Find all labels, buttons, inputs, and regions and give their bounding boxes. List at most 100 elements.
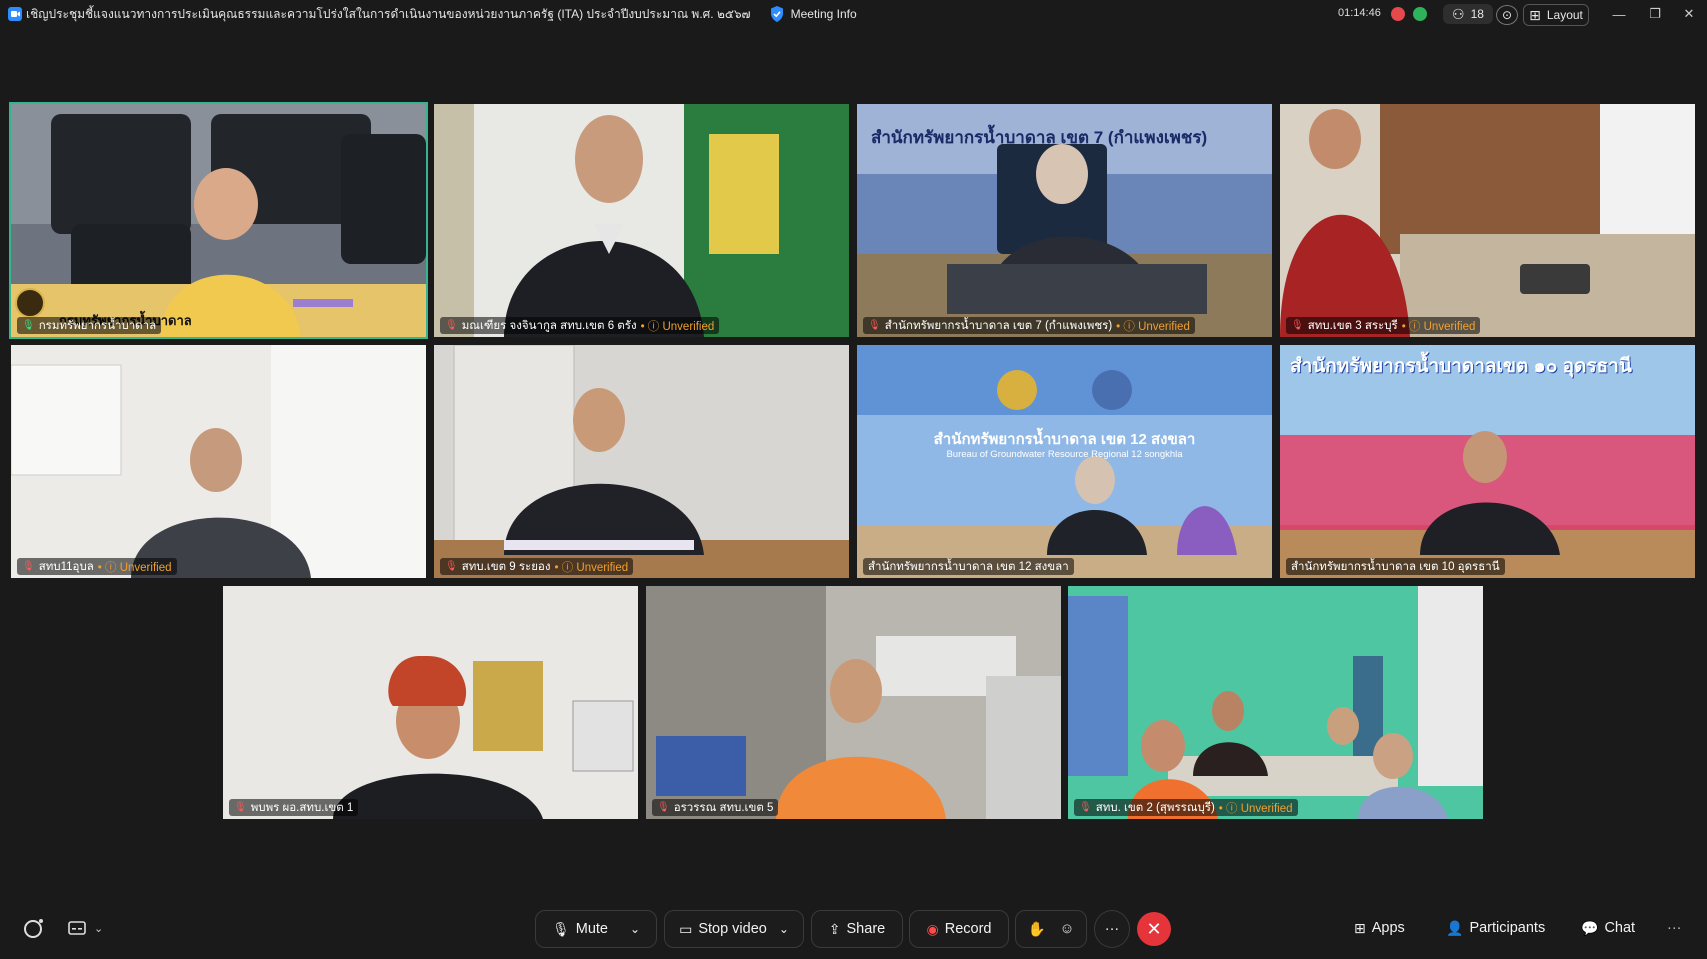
unverified-badge: • ⓘ Unverified <box>1218 802 1293 815</box>
participant-name: พบพร ผอ.สทบ.เขต 1 <box>250 801 354 814</box>
video-tile[interactable]: กรมทรัพยากรน้ำบาดาล 🎙 กรมทรัพยากรน้ำบาดา… <box>9 102 428 339</box>
mic-muted-icon: 🎙 <box>1079 802 1092 813</box>
participant-video <box>434 104 849 337</box>
participant-video <box>11 104 426 337</box>
layout-button[interactable]: ⊞ Layout <box>1523 4 1589 26</box>
participant-name: สำนักทรัพยากรน้ำบาดาล เขต 7 (กำแพงเพชร) <box>884 319 1113 332</box>
video-tile[interactable]: 🎙 มณเฑียร จงจินากูล สทบ.เขต 6 ตรัง • ⓘ U… <box>434 104 849 337</box>
video-tile[interactable]: 🎙 สทบ. เขต 2 (สุพรรณบุรี) • ⓘ Unverified <box>1068 586 1483 819</box>
participant-video <box>223 586 638 819</box>
unverified-badge: • ⓘ Unverified <box>640 320 715 333</box>
unverified-badge: • ⓘ Unverified <box>97 561 172 574</box>
video-tile[interactable]: สำนักทรัพยากรน้ำบาดาลเขต ๑๐ อุดรธานี สำน… <box>1280 345 1695 578</box>
video-tile[interactable]: 🎙 สทบ11อุบล • ⓘ Unverified <box>11 345 426 578</box>
participant-video <box>11 345 426 578</box>
apps-button[interactable]: ⊞ Apps <box>1354 910 1405 946</box>
unverified-badge: • ⓘ Unverified <box>1116 320 1190 333</box>
tile-banner-en: Bureau of Groundwater Resource Regional … <box>946 449 1183 460</box>
unverified-badge: • ⓘ Unverified <box>554 561 629 574</box>
tile-banner: สำนักทรัพยากรน้ำบาดาลเขต ๑๐ อุดรธานี <box>1290 356 1632 377</box>
share-screen-icon: ⇪ <box>828 920 841 937</box>
mute-button[interactable]: 🎙 Mute ⌄ <box>535 910 657 948</box>
mic-muted-icon: 🎙 <box>445 561 458 572</box>
stop-video-button[interactable]: ▭ Stop video ⌄ <box>664 910 804 948</box>
video-tile[interactable]: สำนักทรัพยากรน้ำบาดาล เขต 12 สงขลา Burea… <box>857 345 1272 578</box>
recording-indicator-icon[interactable] <box>1391 7 1405 21</box>
emoji-reaction-icon[interactable]: ☺ <box>1060 921 1075 937</box>
layout-label: Layout <box>1546 8 1583 22</box>
participant-video <box>646 586 1061 819</box>
encryption-indicator-icon[interactable] <box>1413 7 1427 21</box>
participant-name: สทบ.เขต 3 สระบุรี <box>1307 319 1398 332</box>
mic-muted-icon: 🎙 <box>234 802 247 813</box>
captions-icon <box>68 921 86 935</box>
participant-name-tag: 🎙 สำนักทรัพยากรน้ำบาดาล เขต 7 (กำแพงเพชร… <box>863 317 1195 334</box>
video-tile[interactable]: 🎙 พบพร ผอ.สทบ.เขต 1 <box>223 586 638 819</box>
video-tile[interactable]: สำนักทรัพยากรน้ำบาดาล เขต 7 (กำแพงเพชร) … <box>857 104 1272 337</box>
chevron-down-icon[interactable]: ⌄ <box>94 922 103 935</box>
participants-button[interactable]: 👤 Participants <box>1446 910 1545 946</box>
people-icon: ⚇ <box>1452 5 1465 22</box>
mic-muted-icon: 🎙 <box>22 561 35 572</box>
unverified-badge: • ⓘ Unverified <box>1401 320 1476 333</box>
captions-button[interactable]: ⌄ <box>68 910 103 946</box>
person-icon: 👤 <box>1446 919 1464 936</box>
mic-muted-icon: 🎙 <box>445 320 458 331</box>
tile-banner: สำนักทรัพยากรน้ำบาดาล เขต 12 สงขลา <box>933 431 1196 448</box>
video-tile[interactable]: 🎙 สทบ.เขต 3 สระบุรี • ⓘ Unverified <box>1280 104 1695 337</box>
participant-name-tag: 🎙 มณเฑียร จงจินากูล สทบ.เขต 6 ตรัง • ⓘ U… <box>440 317 720 334</box>
participant-name: สำนักทรัพยากรน้ำบาดาล เขต 12 สงขลา <box>868 560 1069 573</box>
meeting-info-button[interactable]: Meeting Info <box>769 5 857 23</box>
participant-video <box>857 345 1272 578</box>
mute-label: Mute <box>575 921 608 937</box>
participant-name: กรมทรัพยากรน้ำบาดาล <box>38 319 157 332</box>
more-dots-icon: ··· <box>1104 921 1120 937</box>
shield-icon <box>770 6 783 22</box>
meeting-status-icon[interactable] <box>22 910 46 946</box>
more-options-button[interactable]: ··· <box>1094 910 1130 948</box>
mute-options-chevron-icon[interactable]: ⌄ <box>630 922 640 936</box>
mic-muted-icon: 🎙 <box>657 802 670 813</box>
record-button[interactable]: ◉ Record <box>909 910 1009 948</box>
meeting-title: เชิญประชุมชี้แจงแนวทางการประเมินคุณธรรมแ… <box>26 6 751 21</box>
participant-name: มณเฑียร จงจินากูล สทบ.เขต 6 ตรัง <box>461 319 637 332</box>
close-icon: ✕ <box>1146 918 1162 939</box>
apps-label: Apps <box>1371 920 1405 936</box>
participant-name: สทบ. เขต 2 (สุพรรณบุรี) <box>1095 801 1215 814</box>
tile-banner: สำนักทรัพยากรน้ำบาดาล เขต 7 (กำแพงเพชร) <box>871 128 1208 147</box>
dgr-logo-icon <box>15 288 45 318</box>
minimize-window-button[interactable]: — <box>1604 3 1634 25</box>
participant-count-button[interactable]: ⚇ 18 <box>1443 4 1493 24</box>
mic-icon: 🎙 <box>22 320 35 331</box>
share-button[interactable]: ⇪ Share <box>811 910 903 948</box>
participant-name-tag: 🎙 สทบ.เขต 9 ระยอง • ⓘ Unverified <box>440 558 634 575</box>
participant-name: สทบ.เขต 9 ระยอง <box>461 560 551 573</box>
meeting-timer: 01:14:46 <box>1338 7 1381 19</box>
participant-name-tag: 🎙 สทบ11อุบล • ⓘ Unverified <box>17 558 177 575</box>
video-options-chevron-icon[interactable]: ⌄ <box>779 922 789 936</box>
share-label: Share <box>846 921 886 937</box>
grid-icon: ⊞ <box>1529 6 1541 23</box>
record-icon: ◉ <box>926 920 939 937</box>
reactions-group: ✋ ☺ <box>1015 910 1087 948</box>
toolbar-more-icon[interactable]: ··· <box>1667 910 1682 946</box>
participant-video <box>1280 104 1695 337</box>
meeting-toolbar: ⌄ 🎙 Mute ⌄ ▭ Stop video ⌄ ⇪ Share ◉ Reco… <box>0 905 1707 953</box>
security-icon[interactable]: ⊙ <box>1496 5 1518 25</box>
circle-status-icon <box>24 919 43 938</box>
restore-window-button[interactable]: ❐ <box>1640 3 1670 25</box>
chat-button[interactable]: 💬 Chat <box>1581 910 1635 946</box>
zoom-logo-icon <box>8 7 22 21</box>
end-call-button[interactable]: ✕ <box>1137 912 1171 946</box>
participant-name-tag: 🎙 สทบ. เขต 2 (สุพรรณบุรี) • ⓘ Unverified <box>1074 799 1298 816</box>
chat-label: Chat <box>1604 920 1636 936</box>
video-tile[interactable]: 🎙 อรวรรณ สทบ.เขต 5 <box>646 586 1061 819</box>
participant-name: สำนักทรัพยากรน้ำบาดาล เขต 10 อุดรธานี <box>1291 560 1500 573</box>
close-window-button[interactable]: ✕ <box>1674 3 1704 25</box>
raise-hand-icon[interactable]: ✋ <box>1028 921 1046 938</box>
video-camera-icon: ▭ <box>679 920 693 937</box>
participant-name-tag: 🎙 สทบ.เขต 3 สระบุรี • ⓘ Unverified <box>1286 317 1481 334</box>
participant-name-tag: 🎙 กรมทรัพยากรน้ำบาดาล <box>17 317 162 334</box>
participant-name-tag: 🎙 อรวรรณ สทบ.เขต 5 <box>652 799 779 816</box>
video-tile[interactable]: 🎙 สทบ.เขต 9 ระยอง • ⓘ Unverified <box>434 345 849 578</box>
